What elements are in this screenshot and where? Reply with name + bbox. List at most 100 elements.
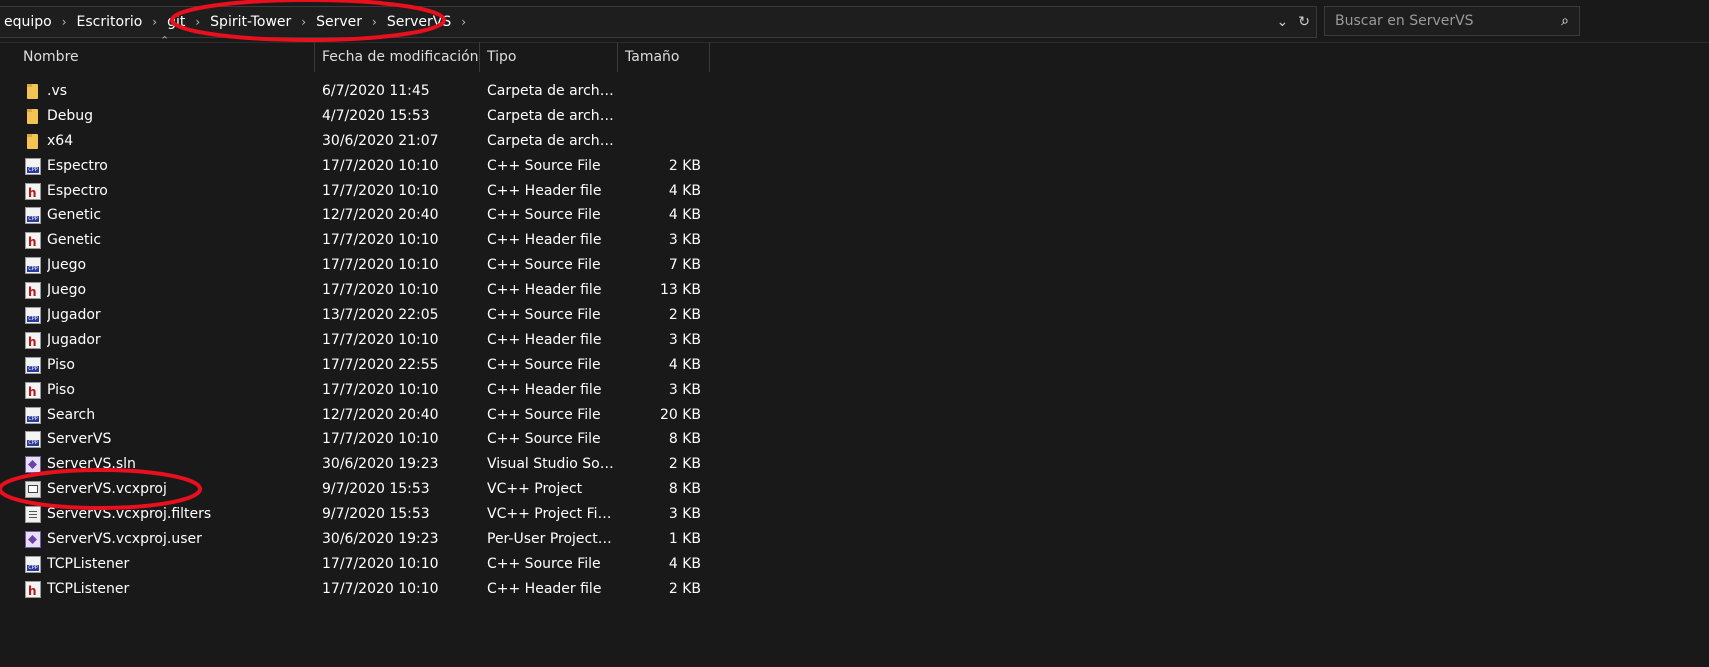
icon-glyph: CPP: [27, 316, 39, 323]
visual-studio-solution-icon: [25, 456, 41, 474]
file-size: 20 KB: [659, 406, 701, 423]
file-size: 3 KB: [668, 381, 701, 398]
file-row[interactable]: CPP ServerVS 17/7/2020 10:10 C++ Source Fil…: [0, 427, 1709, 452]
file-row[interactable]: CPP Espectro 17/7/2020 10:10 C++ Source Fil…: [0, 154, 1709, 179]
file-row[interactable]: ServerVS.sln 30/6/2020 19:23 Visual Studio…: [0, 452, 1709, 477]
file-date: 4/7/2020 15:53: [322, 107, 430, 124]
address-controls: ⌄ ↻: [1277, 7, 1310, 37]
icon-glyph: [29, 511, 37, 513]
cpp-header-icon: h: [25, 282, 41, 300]
file-size: [622, 104, 701, 129]
breadcrumb-spirit-tower[interactable]: Spirit-Tower: [204, 14, 297, 30]
file-name: Genetic: [47, 207, 102, 224]
file-name: ServerVS: [47, 431, 112, 448]
file-type: VC++ Project: [487, 481, 583, 498]
breadcrumb-equipo[interactable]: equipo: [0, 14, 58, 30]
breadcrumb-server[interactable]: Server: [310, 14, 368, 30]
file-date: 17/7/2020 10:10: [322, 157, 439, 174]
file-row[interactable]: CPP Jugador 13/7/2020 22:05 C++ Source File…: [0, 303, 1709, 328]
file-row[interactable]: ServerVS.vcxproj.filters 9/7/2020 15:53 VC…: [0, 502, 1709, 527]
file-name: Espectro: [47, 182, 108, 199]
column-header-type[interactable]: Tipo: [480, 42, 618, 72]
chevron-right-icon[interactable]: ›: [58, 15, 71, 29]
file-date: 30/6/2020 19:23: [322, 456, 439, 473]
file-type: C++ Header file: [487, 282, 602, 299]
file-type: C++ Source File: [487, 555, 601, 572]
file-date: 30/6/2020 21:07: [322, 132, 439, 149]
file-name: Search: [47, 406, 96, 423]
chevron-right-icon[interactable]: ›: [148, 15, 161, 29]
file-row[interactable]: CPP Genetic 12/7/2020 20:40 C++ Source File…: [0, 203, 1709, 228]
file-row[interactable]: Debug 4/7/2020 15:53 Carpeta de archivos: [0, 104, 1709, 129]
file-name: Jugador: [47, 307, 101, 324]
file-size: 7 KB: [668, 257, 701, 274]
search-input[interactable]: Buscar en ServerVS ⌕: [1324, 6, 1580, 36]
file-name: ServerVS.vcxproj.user: [47, 531, 202, 548]
icon-glyph: h: [28, 384, 37, 399]
project-filters-icon: [25, 506, 41, 524]
file-row[interactable]: h TCPListener 17/7/2020 10:10 C++ Header fi…: [0, 577, 1709, 602]
cpp-header-icon: h: [25, 182, 41, 200]
file-type: Visual Studio Solut...: [487, 456, 615, 473]
file-row[interactable]: h Genetic 17/7/2020 10:10 C++ Header file 3 …: [0, 228, 1709, 253]
file-name: Genetic: [47, 232, 102, 249]
file-type: C++ Source File: [487, 406, 601, 423]
icon-glyph: h: [28, 235, 37, 250]
file-type: C++ Source File: [487, 307, 601, 324]
cpp-source-icon: CPP: [25, 307, 41, 325]
file-row[interactable]: CPP TCPListener 17/7/2020 10:10 C++ Source …: [0, 552, 1709, 577]
file-row[interactable]: x64 30/6/2020 21:07 Carpeta de archivos: [0, 129, 1709, 154]
breadcrumb-git[interactable]: git: [161, 14, 191, 30]
chevron-right-icon[interactable]: ›: [297, 15, 310, 29]
file-size: 2 KB: [668, 307, 701, 324]
icon-glyph: CPP: [27, 365, 39, 372]
file-name: Piso: [47, 381, 75, 398]
file-name: Juego: [47, 282, 87, 299]
chevron-right-icon[interactable]: ›: [368, 15, 381, 29]
chevron-right-icon[interactable]: ›: [191, 15, 204, 29]
file-name: Espectro: [47, 157, 108, 174]
refresh-icon[interactable]: ↻: [1298, 14, 1310, 30]
file-type: C++ Header file: [487, 232, 602, 249]
file-row[interactable]: CPP Piso 17/7/2020 22:55 C++ Source File 4 K…: [0, 353, 1709, 378]
file-date: 17/7/2020 22:55: [322, 356, 439, 373]
file-row[interactable]: CPP Juego 17/7/2020 10:10 C++ Source File 7 …: [0, 253, 1709, 278]
file-type: Carpeta de archivos: [487, 83, 615, 99]
column-header-date[interactable]: Fecha de modificación: [315, 42, 480, 72]
file-type: Carpeta de archivos: [487, 107, 615, 124]
icon-glyph: CPP: [27, 415, 39, 422]
file-type: VC++ Project Filte...: [487, 506, 615, 523]
chevron-right-icon[interactable]: ›: [457, 15, 470, 29]
vc-project-icon: [25, 481, 41, 499]
column-headers: ⌃ Nombre Fecha de modificación Tipo Tama…: [0, 34, 1709, 72]
search-icon[interactable]: ⌕: [1561, 13, 1569, 29]
column-header-size[interactable]: Tamaño: [618, 42, 710, 72]
file-row[interactable]: h Espectro 17/7/2020 10:10 C++ Header file 4…: [0, 179, 1709, 204]
file-row[interactable]: ServerVS.vcxproj 9/7/2020 15:53 VC++ Proje…: [0, 477, 1709, 502]
breadcrumb-escritorio[interactable]: Escritorio: [71, 14, 149, 30]
cpp-header-icon: h: [25, 232, 41, 250]
column-header-name[interactable]: Nombre: [16, 42, 315, 72]
file-date: 13/7/2020 22:05: [322, 307, 439, 324]
file-name: Piso: [47, 356, 75, 373]
folder-icon: [25, 108, 41, 125]
file-row[interactable]: .vs 6/7/2020 11:45 Carpeta de archivos: [0, 79, 1709, 104]
file-type: C++ Header file: [487, 580, 602, 597]
file-date: 17/7/2020 10:10: [322, 257, 439, 274]
file-row[interactable]: h Jugador 17/7/2020 10:10 C++ Header file 3 …: [0, 328, 1709, 353]
chevron-down-icon[interactable]: ⌄: [1277, 14, 1289, 30]
file-row[interactable]: h Piso 17/7/2020 10:10 C++ Header file 3 KB: [0, 378, 1709, 403]
file-size: 4 KB: [668, 207, 701, 224]
file-name: .vs: [47, 83, 68, 99]
folder-icon: [25, 83, 41, 100]
address-box[interactable]: equipo › Escritorio › git › Spirit-Tower…: [0, 6, 1317, 38]
project-user-icon: [25, 531, 41, 549]
cpp-source-icon: CPP: [25, 207, 41, 225]
file-row[interactable]: h Juego 17/7/2020 10:10 C++ Header file 13 K…: [0, 278, 1709, 303]
file-row[interactable]: ServerVS.vcxproj.user 30/6/2020 19:23 Per-…: [0, 527, 1709, 552]
file-date: 9/7/2020 15:53: [322, 506, 430, 523]
breadcrumb-servervs[interactable]: ServerVS: [381, 14, 457, 30]
file-type: C++ Header file: [487, 331, 602, 348]
file-row[interactable]: CPP Search 12/7/2020 20:40 C++ Source File 2…: [0, 403, 1709, 428]
file-date: 17/7/2020 10:10: [322, 381, 439, 398]
